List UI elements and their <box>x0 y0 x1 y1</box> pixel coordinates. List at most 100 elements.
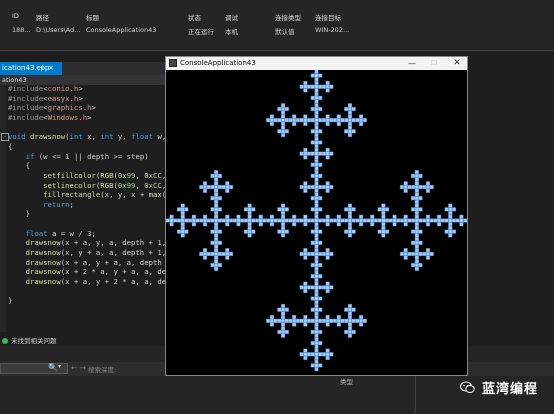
fractal-cell <box>355 318 360 323</box>
code-line[interactable]: float a = w / 3; <box>8 229 96 239</box>
fractal-cell <box>214 266 219 271</box>
fractal-cell <box>284 207 289 212</box>
fractal-cell <box>314 318 319 323</box>
code-line[interactable]: #include<easyx.h> <box>8 94 83 104</box>
fractal-cell <box>333 218 338 223</box>
header-state[interactable]: 状态 <box>188 12 201 22</box>
process-debug[interactable]: 本机 <box>225 26 238 36</box>
fractal-cell <box>318 218 323 223</box>
code-line[interactable]: drawsnow(x + a, y + 2 * a, a, de <box>8 277 167 287</box>
arrow-right-icon[interactable]: → <box>80 364 86 372</box>
fractal-cell <box>214 251 219 257</box>
fractal-cell <box>303 80 308 86</box>
fractal-cell <box>347 214 353 219</box>
fractal-cell <box>214 173 219 178</box>
header-conn-type[interactable]: 连接类型 <box>275 12 301 22</box>
code-line[interactable]: setfillcolor(RGB(0x99, 0xCC, <box>8 171 166 181</box>
code-line[interactable]: #include<conio.h> <box>8 84 83 94</box>
maximize-button[interactable]: ☐ <box>424 57 444 70</box>
fractal-cell <box>411 218 416 223</box>
header-path[interactable]: 路径 <box>36 12 49 22</box>
fractal-cell <box>414 196 419 201</box>
fold-toggle-icon[interactable]: - <box>1 133 9 141</box>
fractal-cell <box>228 218 234 223</box>
header-conn-target[interactable]: 连接目标 <box>315 12 341 22</box>
pin-icon[interactable]: ⊣ <box>37 62 43 75</box>
process-id[interactable]: 188... <box>12 26 31 34</box>
process-title[interactable]: ConsoleApplication43 <box>86 26 156 34</box>
process-state[interactable]: 正在运行 <box>188 26 214 36</box>
type-column-header[interactable]: 类型 <box>340 376 353 386</box>
fractal-cell <box>280 225 286 230</box>
code-line[interactable]: return; <box>8 200 74 210</box>
code-line[interactable]: #include<Windows.h> <box>8 113 92 123</box>
fractal-cell <box>247 218 252 223</box>
fractal-cell <box>318 140 323 145</box>
fractal-cell <box>344 106 349 112</box>
code-line[interactable]: setlinecolor(RGB(0x99, 0xCC, <box>8 181 166 191</box>
fractal-cell <box>381 218 386 223</box>
fractal-cell <box>303 155 308 160</box>
fractal-cell <box>314 84 319 89</box>
fractal-cell <box>303 318 308 323</box>
close-button[interactable]: ✕ <box>447 57 467 70</box>
code-line[interactable]: if (w <= 1 || depth >= step) <box>8 152 149 162</box>
fractal-cell <box>325 255 330 260</box>
fractal-cell <box>214 218 219 223</box>
fractal-cell <box>318 229 323 234</box>
fractal-cell <box>359 121 364 126</box>
code-line[interactable]: drawsnow(x + a, y, a, depth + 1, <box>8 238 167 248</box>
fractal-cell <box>325 352 330 357</box>
fractal-cell <box>392 214 397 219</box>
fractal-cell <box>180 229 185 234</box>
fractal-cell <box>277 207 282 212</box>
code-line[interactable]: #include<graphics.h> <box>8 103 96 113</box>
fractal-cell <box>214 225 219 230</box>
fractal-cell <box>236 218 241 223</box>
fractal-cell <box>448 229 453 234</box>
fractal-cell <box>247 214 252 219</box>
fractal-cell <box>448 214 453 219</box>
search-icon[interactable]: 🔍 <box>48 363 58 372</box>
code-line[interactable]: void drawsnow(int x, int y, float w, <box>8 132 166 142</box>
fractal-cell <box>314 244 319 249</box>
fractal-cell <box>414 188 419 193</box>
fractal-cell <box>292 121 297 126</box>
chevron-down-icon[interactable]: ▾ <box>58 363 61 370</box>
code-line[interactable]: } <box>8 209 30 219</box>
code-line[interactable]: } <box>8 296 12 306</box>
code-line[interactable]: drawsnow(x, y + a, a, depth + 1, <box>8 248 167 258</box>
fractal-cell <box>314 233 319 238</box>
fractal-cell <box>451 218 457 223</box>
fractal-cell <box>318 207 323 212</box>
fractal-cell <box>314 211 319 216</box>
process-conn-type[interactable]: 默认值 <box>275 26 295 36</box>
arrow-left-icon[interactable]: ← <box>71 364 77 372</box>
header-debug[interactable]: 调试 <box>225 12 238 22</box>
code-line[interactable]: { <box>8 142 12 152</box>
close-tab-icon[interactable]: × <box>48 62 54 75</box>
fractal-cell <box>303 151 308 156</box>
code-line[interactable]: drawsnow(x + 2 * a, y + a, a, de <box>8 267 167 277</box>
fractal-cell <box>303 88 308 93</box>
fractal-cell <box>411 173 416 178</box>
code-line[interactable]: drawsnow(x + a, y + a, a, depth <box>8 258 162 268</box>
fractal-cell <box>180 218 185 223</box>
header-id[interactable]: ID <box>12 12 19 20</box>
code-line[interactable]: { <box>8 161 30 171</box>
fractal-cell <box>321 285 326 290</box>
process-conn-target[interactable]: WIN-202... <box>315 26 349 34</box>
fractal-cell <box>310 173 315 178</box>
fractal-cell <box>347 121 353 126</box>
code-line[interactable]: fillrectangle(x, y, x + max( <box>8 190 166 200</box>
minimize-button[interactable]: — <box>402 57 422 70</box>
fractal-cell <box>202 248 208 253</box>
fractal-cell <box>310 240 315 245</box>
fractal-cell <box>329 118 334 123</box>
fractal-cell <box>280 307 286 312</box>
fractal-cell <box>280 106 286 112</box>
fractal-cell <box>176 207 182 212</box>
fractal-cell <box>303 315 308 320</box>
header-title[interactable]: 标题 <box>86 12 99 22</box>
process-path[interactable]: D:\Users\Ad... <box>36 26 80 34</box>
